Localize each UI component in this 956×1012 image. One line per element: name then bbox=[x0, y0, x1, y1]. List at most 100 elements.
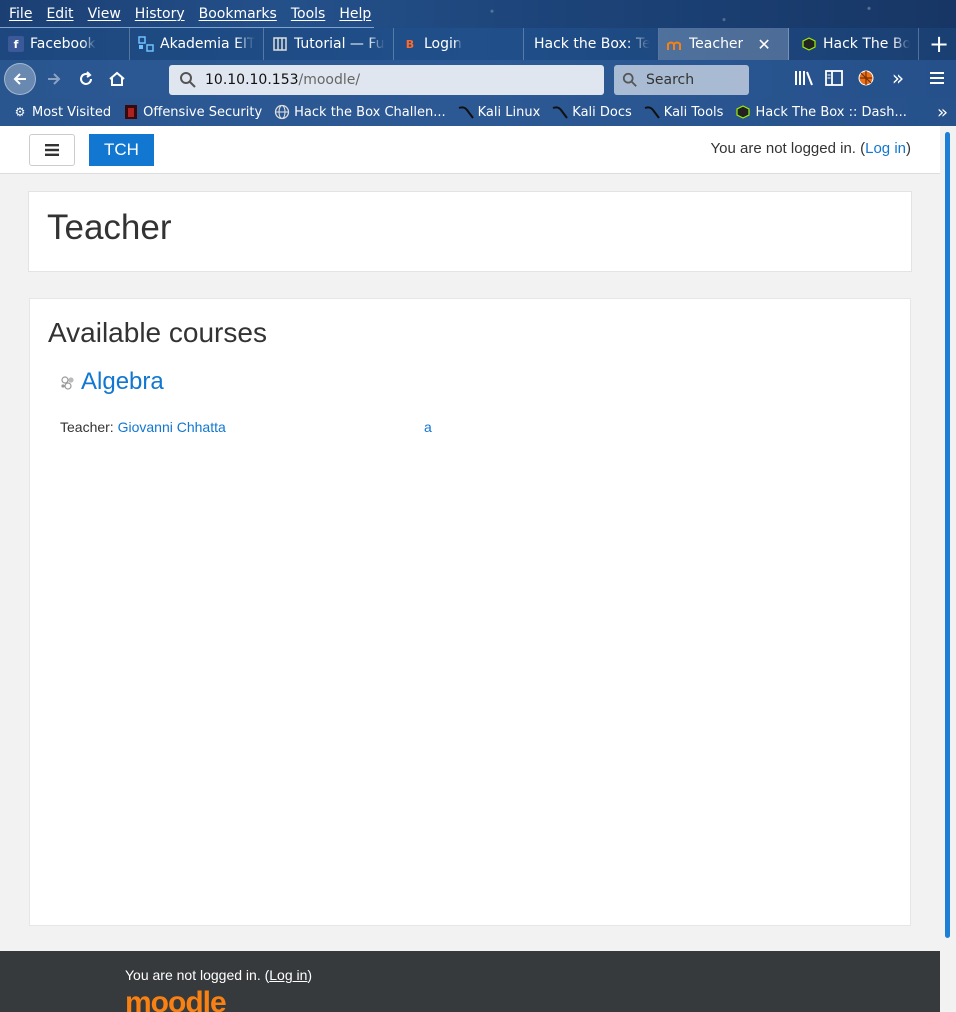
course-icon bbox=[61, 376, 74, 390]
bookmark-hack-the-box-challenges[interactable]: Hack the Box Challen... bbox=[274, 104, 446, 120]
footer-login-link[interactable]: Log in bbox=[269, 967, 307, 983]
reload-icon bbox=[80, 71, 92, 85]
bookmarks-toolbar: ⚙ Most Visited Offensive Security Hack t… bbox=[0, 98, 956, 126]
bookmark-label: Offensive Security bbox=[143, 104, 263, 120]
home-button[interactable] bbox=[103, 65, 131, 93]
back-arrow-icon bbox=[13, 73, 26, 85]
footer-login-suffix: ) bbox=[307, 967, 313, 983]
close-tab-icon[interactable]: ✕ bbox=[757, 35, 770, 54]
forward-button[interactable] bbox=[40, 65, 68, 93]
theme-background bbox=[376, 0, 956, 28]
scrollbar-thumb[interactable] bbox=[945, 132, 950, 938]
hamburger-menu-icon[interactable] bbox=[925, 66, 949, 90]
tab-label: Hack The Box bbox=[823, 36, 910, 52]
login-info-suffix: ) bbox=[906, 140, 911, 157]
menu-tools[interactable]: Tools bbox=[286, 6, 331, 22]
tab-login[interactable]: B Login bbox=[394, 28, 524, 60]
url-path: /moodle/ bbox=[298, 72, 361, 88]
tutorial-icon bbox=[272, 36, 288, 52]
login-icon: B bbox=[405, 37, 415, 51]
library-icon[interactable] bbox=[792, 66, 816, 90]
menu-list: File Edit View History Bookmarks Tools H… bbox=[0, 0, 374, 28]
kali-icon bbox=[552, 104, 569, 120]
page-title: Teacher bbox=[47, 208, 172, 247]
offsec-icon bbox=[123, 104, 139, 120]
menu-edit[interactable]: Edit bbox=[41, 6, 78, 22]
hamburger-icon bbox=[45, 144, 59, 156]
menu-history[interactable]: History bbox=[130, 6, 190, 22]
overflow-chevron-icon[interactable]: » bbox=[886, 66, 910, 90]
tab-hack-the-box[interactable]: Hack The Box bbox=[789, 28, 919, 60]
bookmarks-overflow-chevron-icon[interactable]: » bbox=[937, 102, 948, 123]
sidebar-icon[interactable] bbox=[822, 66, 846, 90]
teacher-label: Teacher: bbox=[60, 419, 118, 435]
tab-label: Tutorial — Fuzz bbox=[294, 36, 385, 52]
moodle-logo[interactable]: moodle bbox=[125, 988, 227, 1012]
tab-teacher[interactable]: Teacher ✕ bbox=[659, 28, 789, 60]
search-icon bbox=[180, 72, 196, 88]
akademia-icon bbox=[138, 36, 154, 52]
bookmark-label: Hack The Box :: Dash... bbox=[755, 104, 907, 120]
login-info: You are not logged in. (Log in) bbox=[711, 140, 911, 157]
teacher-extra-link[interactable]: a bbox=[424, 419, 432, 435]
tab-label: Hack the Box: Teac bbox=[534, 36, 650, 52]
new-tab-button[interactable]: + bbox=[922, 28, 956, 60]
login-info-text: You are not logged in. ( bbox=[710, 140, 866, 157]
login-link[interactable]: Log in bbox=[865, 140, 906, 157]
url-host: 10.10.10.153 bbox=[205, 72, 299, 88]
kali-icon bbox=[458, 104, 474, 120]
tab-hack-the-box-teacher[interactable]: Hack the Box: Teac bbox=[524, 28, 659, 60]
bookmark-kali-docs[interactable]: Kali Docs bbox=[552, 104, 632, 120]
site-navbar: TCH You are not logged in. (Log in) bbox=[0, 126, 940, 174]
search-icon bbox=[622, 72, 637, 87]
menu-help[interactable]: Help bbox=[334, 6, 376, 22]
back-button[interactable] bbox=[4, 63, 36, 95]
home-icon bbox=[109, 71, 125, 86]
page-scrollbar[interactable] bbox=[940, 126, 956, 1012]
page-footer: You are not logged in. (Log in) moodle bbox=[0, 951, 940, 1012]
main-content: Available courses Algebra Teacher: Giova… bbox=[29, 298, 911, 926]
bookmark-kali-tools[interactable]: Kali Tools bbox=[644, 104, 724, 120]
tab-akademia[interactable]: Akademia EITC bbox=[130, 28, 264, 60]
teacher-link[interactable]: Giovanni Chhatta bbox=[118, 419, 226, 435]
bookmark-label: Kali Linux bbox=[477, 104, 541, 120]
kali-icon bbox=[644, 104, 660, 120]
page-header: Teacher bbox=[28, 191, 912, 272]
forward-arrow-icon bbox=[48, 73, 61, 85]
menu-file[interactable]: File bbox=[4, 6, 37, 22]
bookmark-label: Most Visited bbox=[32, 104, 112, 120]
moodle-icon bbox=[667, 36, 683, 52]
bookmark-kali-linux[interactable]: Kali Linux bbox=[458, 104, 541, 120]
page-viewport: TCH You are not logged in. (Log in) Teac… bbox=[0, 126, 956, 1012]
menu-bar: File Edit View History Bookmarks Tools H… bbox=[0, 0, 956, 28]
reload-button[interactable] bbox=[72, 65, 100, 93]
bookmark-label: Kali Docs bbox=[572, 104, 632, 120]
tab-label: Facebook bbox=[30, 36, 96, 52]
tab-tutorial[interactable]: Tutorial — Fuzz bbox=[264, 28, 394, 60]
tab-label: Teacher bbox=[689, 36, 744, 52]
menu-bookmarks[interactable]: Bookmarks bbox=[194, 6, 282, 22]
bookmark-offensive-security[interactable]: Offensive Security bbox=[123, 104, 262, 120]
navigation-toolbar: 10.10.10.153/moodle/ Search » bbox=[0, 60, 956, 98]
site-brand-button[interactable]: TCH bbox=[89, 134, 154, 166]
nav-drawer-toggle-button[interactable] bbox=[29, 134, 75, 166]
tab-facebook[interactable]: f Facebook bbox=[0, 28, 130, 60]
tab-bar: f Facebook Akademia EITC Tutorial — Fuzz… bbox=[0, 28, 956, 60]
bookmark-label: Kali Tools bbox=[663, 104, 724, 120]
tab-label: Akademia EITC bbox=[160, 36, 255, 52]
search-input[interactable]: Search bbox=[614, 65, 749, 95]
tab-label: Login bbox=[424, 36, 462, 52]
gear-icon: ⚙ bbox=[14, 105, 26, 119]
globe-icon bbox=[274, 104, 290, 120]
menu-view[interactable]: View bbox=[83, 6, 126, 22]
available-courses-heading: Available courses bbox=[48, 317, 267, 348]
footer-login-text: You are not logged in. ( bbox=[125, 967, 270, 983]
htb-icon bbox=[801, 36, 817, 52]
course-link-algebra[interactable]: Algebra bbox=[81, 368, 164, 396]
search-placeholder: Search bbox=[646, 72, 695, 88]
extension-icon[interactable] bbox=[854, 66, 878, 90]
htb-icon bbox=[735, 104, 751, 120]
bookmark-hack-the-box-dashboard[interactable]: Hack The Box :: Dash... bbox=[735, 104, 907, 120]
url-bar[interactable]: 10.10.10.153/moodle/ bbox=[169, 65, 604, 95]
bookmark-most-visited[interactable]: ⚙ Most Visited bbox=[12, 104, 112, 120]
